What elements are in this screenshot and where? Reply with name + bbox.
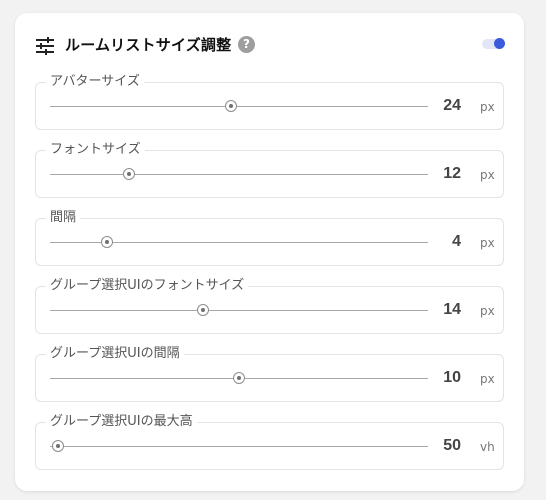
slider-thumb[interactable]: [51, 440, 64, 452]
setting-value: 12: [443, 165, 461, 182]
setting-avatar-size: アバターサイズ 24 px: [35, 73, 504, 130]
setting-label: フォントサイズ: [46, 141, 145, 159]
setting-label: グループ選択UIのフォントサイズ: [46, 277, 249, 295]
setting-label: グループ選択UIの間隔: [46, 345, 184, 363]
slider-thumb[interactable]: [123, 168, 136, 180]
sliders-icon: [35, 36, 55, 56]
setting-font-size: フォントサイズ 12 px: [35, 141, 504, 198]
setting-group-ui-font-size: グループ選択UIのフォントサイズ 14 px: [35, 277, 504, 334]
slider-track[interactable]: [50, 236, 428, 248]
setting-value: 10: [443, 369, 461, 386]
slider-thumb[interactable]: [197, 304, 210, 316]
setting-unit: vh: [480, 440, 495, 454]
setting-group-ui-spacing: グループ選択UIの間隔 10 px: [35, 345, 504, 402]
slider-thumb[interactable]: [225, 100, 238, 112]
setting-unit: px: [480, 372, 495, 386]
slider-track[interactable]: [50, 100, 428, 112]
setting-spacing: 間隔 4 px: [35, 209, 504, 266]
slider-track[interactable]: [50, 304, 428, 316]
slider-thumb[interactable]: [233, 372, 245, 384]
panel-toggle[interactable]: [482, 38, 505, 49]
panel-header: ルームリストサイズ調整 ?: [15, 13, 524, 75]
setting-unit: px: [480, 304, 495, 318]
setting-label: アバターサイズ: [46, 73, 144, 91]
room-list-size-panel: ルームリストサイズ調整 ? アバターサイズ 24 px フォントサイズ 12 p…: [15, 13, 524, 491]
slider-thumb[interactable]: [100, 236, 113, 248]
setting-value: 24: [443, 97, 461, 114]
setting-value: 4: [452, 233, 461, 250]
setting-label: グループ選択UIの最大高: [46, 413, 197, 431]
setting-unit: px: [480, 236, 495, 250]
toggle-knob[interactable]: [494, 38, 505, 49]
panel-title: ルームリストサイズ調整: [65, 36, 232, 54]
setting-label: 間隔: [46, 209, 81, 227]
setting-group-ui-max-height: グループ選択UIの最大高 50 vh: [35, 413, 504, 470]
setting-unit: px: [480, 168, 495, 182]
setting-value: 14: [443, 301, 461, 318]
setting-unit: px: [480, 100, 495, 114]
slider-track[interactable]: [50, 168, 428, 180]
help-icon[interactable]: ?: [238, 36, 255, 53]
slider-track[interactable]: [50, 440, 428, 452]
setting-value: 50: [443, 437, 461, 454]
slider-track[interactable]: [50, 372, 428, 384]
